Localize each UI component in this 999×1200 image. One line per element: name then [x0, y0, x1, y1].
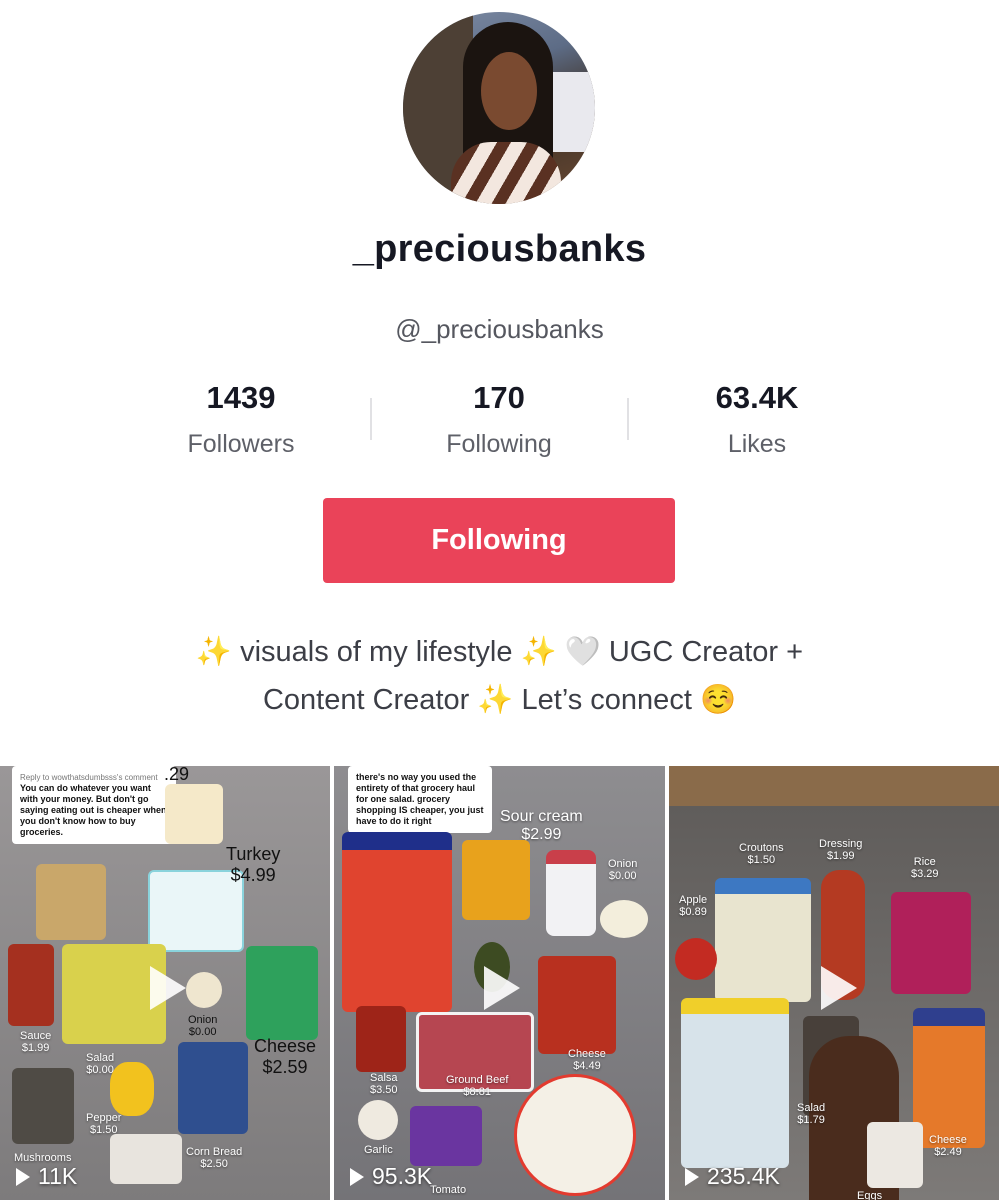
food-item — [110, 1062, 154, 1116]
price-label: Dressing $1.99 — [819, 838, 863, 862]
avatar-background-window — [553, 72, 595, 152]
bio-line-2: Content Creator ✨ Let’s connect ☺️ — [130, 676, 869, 724]
sparkles-icon: ✨ — [477, 684, 514, 716]
video-thumbnail[interactable]: Reply to wowthatsdumbsss's comment You c… — [0, 766, 330, 1200]
price-label: Sour cream $2.99 — [500, 808, 583, 843]
view-count: 235.4K — [685, 1163, 780, 1190]
food-item — [867, 1122, 923, 1188]
price-label: Corn Bread $2.50 — [186, 1146, 243, 1170]
background-wood — [669, 766, 999, 806]
view-count: 95.3K — [350, 1163, 432, 1190]
food-item — [410, 1106, 482, 1166]
price-label: Cheese $4.49 — [568, 1048, 606, 1072]
play-icon[interactable] — [821, 966, 857, 1010]
price-label: Ground Beef $8.81 — [446, 1074, 509, 1098]
price-label: Onion $0.00 — [188, 1014, 218, 1038]
bio-text: UGC Creator + — [608, 636, 804, 668]
food-item — [186, 972, 222, 1008]
profile-bio: ✨ visuals of my lifestyle ✨ 🤍 UGC Creato… — [130, 628, 869, 724]
video-thumbnail[interactable]: there's no way you used the entirety of … — [334, 766, 665, 1200]
food-item — [514, 1074, 636, 1196]
price-label: Garlic — [364, 1144, 393, 1156]
comment-text: there's no way you used the entirety of … — [356, 772, 484, 826]
following-button[interactable]: Following — [323, 498, 675, 583]
profile-handle: @_preciousbanks — [395, 314, 604, 344]
price-label: Salad $1.79 — [797, 1102, 826, 1126]
sparkles-icon: ✨ — [520, 636, 557, 668]
avatar-top — [451, 142, 561, 204]
food-item — [600, 900, 648, 938]
bio-text: visuals of my lifestyle — [232, 636, 521, 668]
price-label: Turkey $4.99 — [226, 844, 281, 885]
price-label: Cheese $2.59 — [254, 1036, 317, 1077]
following-label: Following — [446, 430, 552, 458]
play-outline-icon — [685, 1167, 699, 1186]
followers-stat[interactable]: 1439 Followers — [116, 380, 366, 459]
stat-divider — [627, 398, 629, 440]
video-grid: Reply to wowthatsdumbsss's comment You c… — [0, 766, 999, 1200]
price-label: .29 — [164, 766, 190, 784]
food-item — [8, 944, 54, 1026]
sparkles-icon: ✨ — [195, 636, 233, 668]
likes-stat[interactable]: 63.4K Likes — [632, 380, 882, 459]
comment-overlay: there's no way you used the entirety of … — [348, 766, 492, 833]
price-label: Sauce $1.99 — [20, 1030, 52, 1054]
price-label: Tomato — [430, 1184, 467, 1196]
comment-reply-header: Reply to wowthatsdumbsss's comment — [20, 773, 158, 782]
price-label: Croutons $1.50 — [739, 842, 784, 866]
smiling-face-icon: ☺️ — [699, 684, 737, 716]
price-label: Rice $3.29 — [911, 856, 939, 880]
food-item — [538, 956, 616, 1054]
food-item — [356, 1006, 406, 1072]
following-count: 170 — [473, 380, 525, 415]
food-item — [358, 1100, 398, 1140]
bio-text: Content Creator — [262, 684, 478, 716]
food-item — [715, 878, 811, 1002]
price-label: Pepper $1.50 — [86, 1112, 122, 1136]
food-item — [110, 1134, 182, 1184]
price-label: Onion $0.00 — [608, 858, 638, 882]
price-label: Cheese $2.49 — [929, 1134, 967, 1158]
white-heart-icon: 🤍 — [556, 636, 609, 668]
food-item — [246, 946, 318, 1040]
price-label: Salsa $3.50 — [370, 1072, 398, 1096]
video-thumbnail[interactable]: Croutons $1.50 Dressing $1.99 Rice $3.29 Ap… — [669, 766, 999, 1200]
food-item — [681, 998, 789, 1168]
food-item — [546, 850, 596, 936]
comment-text: You can do whatever you want with your m… — [20, 783, 167, 837]
food-item — [178, 1042, 248, 1134]
following-stat[interactable]: 170 Following — [374, 380, 624, 459]
play-icon[interactable] — [150, 966, 186, 1010]
food-item — [675, 938, 717, 980]
followers-label: Followers — [187, 430, 295, 458]
bio-line-1: ✨ visuals of my lifestyle ✨ 🤍 UGC Creato… — [130, 628, 869, 676]
food-item — [165, 784, 223, 844]
price-label: Apple $0.89 — [679, 894, 708, 918]
likes-count: 63.4K — [715, 380, 799, 415]
comment-overlay: Reply to wowthatsdumbsss's comment You c… — [12, 766, 176, 844]
food-item — [462, 840, 530, 920]
followers-count: 1439 — [206, 380, 276, 415]
profile-avatar[interactable] — [403, 12, 595, 204]
food-item — [342, 832, 452, 1012]
food-item — [913, 1008, 985, 1148]
avatar-face — [481, 52, 537, 130]
play-outline-icon — [350, 1167, 364, 1186]
food-item — [891, 892, 971, 994]
bio-text: Let’s connect — [513, 684, 700, 716]
food-item — [36, 864, 106, 940]
play-outline-icon — [16, 1167, 30, 1186]
stat-divider — [370, 398, 372, 440]
play-icon[interactable] — [484, 966, 520, 1010]
view-count: 11K — [16, 1163, 77, 1190]
likes-label: Likes — [727, 430, 787, 458]
price-label: Eggs — [857, 1190, 883, 1200]
food-item — [12, 1068, 74, 1144]
price-label: Salad $0.00 — [86, 1052, 115, 1076]
profile-name: _preciousbanks — [352, 228, 647, 270]
